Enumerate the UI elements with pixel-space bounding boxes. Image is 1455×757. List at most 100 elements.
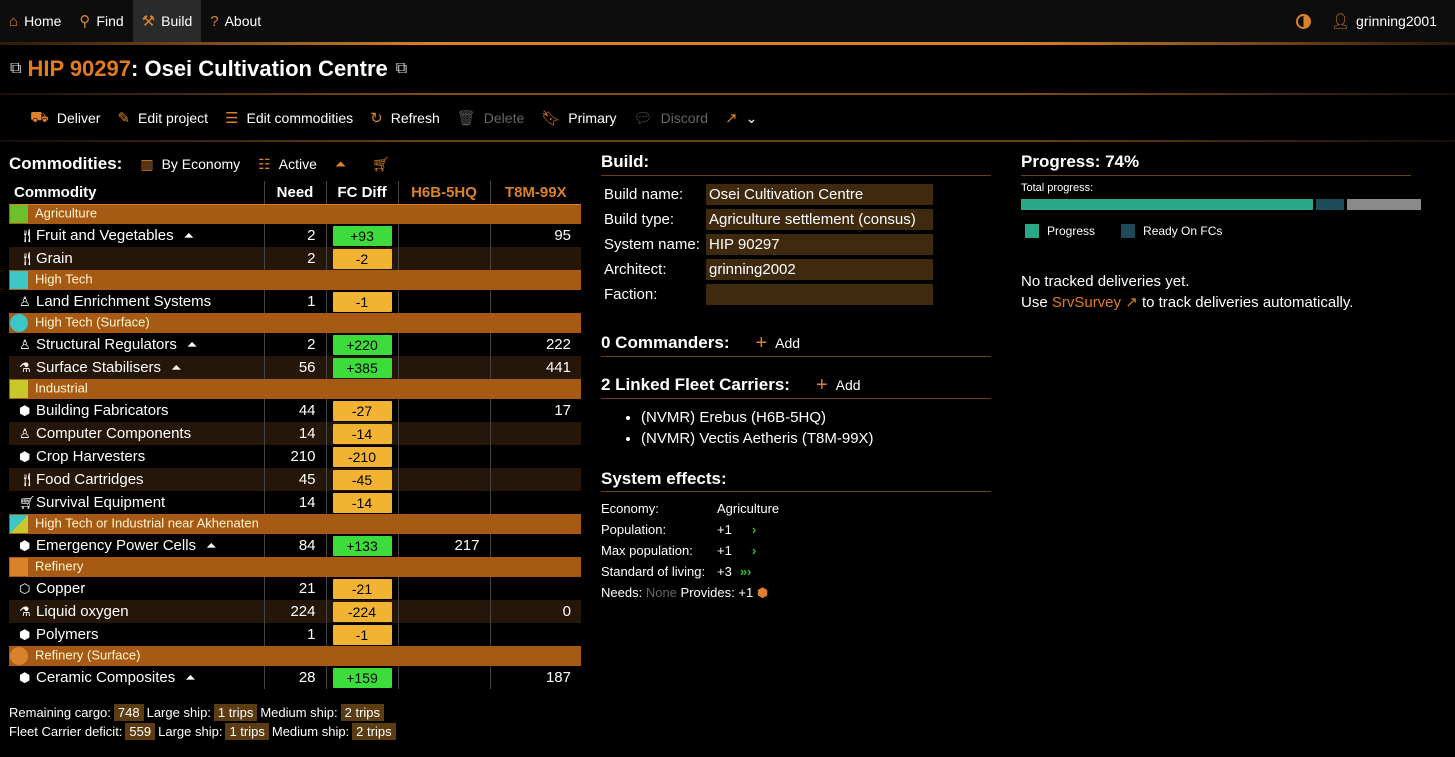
chevron-right-icon: ›: [751, 543, 757, 558]
share-icon: ↗: [725, 110, 738, 127]
share-menu-button[interactable]: ↗ ⌄: [725, 109, 758, 128]
list-item[interactable]: (NVMR) Vectis Aetheris (T8M-99X): [641, 430, 991, 451]
list-icon: ☰: [225, 110, 239, 127]
plus-icon: +: [815, 373, 828, 396]
table-row[interactable]: 🍴︎Food Cartridges 45 -45: [9, 468, 581, 491]
fc-deficit-value: 559: [125, 723, 156, 740]
toolbar-divider: [0, 140, 1455, 142]
hexagon-icon: ⬡: [19, 581, 31, 596]
tech-icon: ♙: [19, 337, 31, 352]
table-row[interactable]: ⚗ Liquid oxygen 224 -224 0: [9, 600, 581, 623]
flask-icon: ⚗: [19, 604, 31, 619]
title-divider: [0, 93, 1455, 95]
table-row[interactable]: ⬢ Ceramic Composites ⏶ 28 +159 187: [9, 666, 581, 689]
edit-commodities-button[interactable]: ☰ Edit commodities: [225, 109, 353, 127]
nav-find[interactable]: ⚲ Find: [70, 0, 132, 42]
title-separator: :: [131, 56, 145, 81]
surface-icon: ⏶: [185, 670, 196, 685]
progress-bar-remaining: [1347, 199, 1421, 210]
search-icon: ⚲: [79, 13, 91, 30]
high-tech-surface-swatch: [10, 314, 28, 332]
table-row[interactable]: ♙ Land Enrichment Systems 1 -1: [9, 290, 581, 313]
architect-field: grinning2002: [706, 259, 933, 280]
column-fc-h6b[interactable]: H6B-5HQ: [398, 181, 491, 205]
external-link-icon[interactable]: ↗: [1125, 294, 1138, 311]
chevron-down-icon: ⌄: [745, 109, 758, 126]
group-row: High Tech or Industrial near Akhenaten: [9, 514, 581, 534]
carrier-list: (NVMR) Erebus (H6B-5HQ) (NVMR) Vectis Ae…: [601, 409, 991, 451]
add-commander-button[interactable]: + Add: [755, 333, 800, 353]
nav-home[interactable]: ⌂ Home: [0, 0, 70, 42]
srvsurvey-link[interactable]: SrvSurvey: [1052, 294, 1121, 311]
table-row[interactable]: ⚗ Surface Stabilisers ⏶ 56 +385 441: [9, 356, 581, 379]
table-row[interactable]: ⬢ Crop Harvesters 210 -210: [9, 445, 581, 468]
progress-legend: Progress Ready On FCs: [1021, 224, 1411, 238]
user-icon: 👤︎: [1330, 13, 1351, 30]
by-economy-toggle[interactable]: ▥ By Economy: [140, 156, 240, 173]
bookmark-icon: 🔖︎: [541, 110, 561, 127]
table-row[interactable]: 🛒︎Survival Equipment 14 -14: [9, 491, 581, 514]
copy-icon[interactable]: ⧉: [396, 60, 407, 78]
column-commodity[interactable]: Commodity: [9, 181, 265, 205]
primary-button[interactable]: 🔖︎ Primary: [541, 109, 616, 127]
refresh-icon: ↻: [370, 110, 383, 127]
carriers-header: 2 Linked Fleet Carriers: + Add: [601, 371, 991, 399]
nav-build[interactable]: ⚒ Build: [132, 0, 202, 42]
high-tech-swatch: [10, 271, 28, 289]
group-row: Agriculture: [9, 204, 581, 224]
theme-toggle-icon[interactable]: [1295, 13, 1311, 29]
progress-bar-complete: [1021, 199, 1313, 210]
table-row[interactable]: 🍴︎Fruit and Vegetables ⏶ 2 +93 95: [9, 224, 581, 247]
table-row[interactable]: ⬢ Polymers 1 -1: [9, 623, 581, 646]
progress-panel: Progress: 74% Total progress: Progress R…: [1021, 152, 1421, 313]
fork-knife-icon: 🍴︎: [19, 472, 36, 487]
title-build-name: Osei Cultivation Centre: [144, 56, 388, 81]
commanders-header: 0 Commanders: + Add: [601, 329, 991, 357]
table-row[interactable]: ⬢ Emergency Power Cells ⏶ 84 +133 217: [9, 534, 581, 557]
planet-icon: ⏶: [334, 155, 347, 172]
surface-icon: ⏶: [183, 228, 194, 243]
system-effects: Economy: Agriculture Population: +1 › Max p…: [601, 501, 780, 600]
table-row[interactable]: ♙ Structural Regulators ⏶ 2 +220 222: [9, 333, 581, 356]
list-item[interactable]: (NVMR) Erebus (H6B-5HQ): [641, 409, 991, 430]
surface-filter-toggle[interactable]: ⏶: [335, 156, 354, 173]
build-name-field: Osei Cultivation Centre: [706, 184, 933, 205]
table-row[interactable]: ⬢ Building Fabricators 44 -27 17: [9, 399, 581, 422]
triple-chevron-icon: »›: [739, 564, 752, 579]
build-icon: ⚒: [141, 13, 156, 30]
nav-about[interactable]: ? About: [201, 0, 270, 42]
truck-icon: ⛟: [30, 108, 49, 126]
copy-icon[interactable]: ⧉: [10, 60, 21, 78]
refresh-button[interactable]: ↻ Refresh: [370, 109, 440, 127]
edit-project-button[interactable]: ✎ Edit project: [117, 109, 208, 127]
agriculture-swatch: [10, 205, 28, 224]
table-row[interactable]: 🍴︎Grain 2 -2: [9, 247, 581, 270]
deliver-button[interactable]: ⛟ Deliver: [30, 109, 100, 128]
group-row: Refinery: [9, 557, 581, 577]
building-icon: ▥: [140, 155, 154, 172]
cart-filter-toggle[interactable]: 🛒︎: [372, 156, 398, 173]
table-row[interactable]: ♙ Computer Components 14 -14: [9, 422, 581, 445]
table-row[interactable]: ⬡ Copper 21 -21: [9, 577, 581, 600]
column-fc-diff[interactable]: FC Diff: [326, 181, 399, 205]
group-row: Industrial: [9, 379, 581, 399]
faction-field: [706, 284, 933, 305]
progress-title: Progress: 74%: [1021, 152, 1411, 176]
user-menu[interactable]: 👤︎ grinning2001: [1331, 0, 1437, 42]
build-panel: Build: Build name: Osei Cultivation Centr…: [601, 152, 991, 603]
active-filter-toggle[interactable]: ☷ Active: [258, 156, 317, 173]
column-fc-t8m[interactable]: T8M-99X: [490, 181, 581, 205]
effects-header: System effects:: [601, 466, 991, 492]
group-row: High Tech: [9, 270, 581, 290]
column-need[interactable]: Need: [264, 181, 327, 205]
discord-button[interactable]: 💬︎ Discord: [634, 109, 709, 127]
top-nav: ⌂ Home ⚲ Find ⚒ Build ? About 👤︎ grinning2001: [0, 0, 1455, 42]
system-name-field: HIP 90297: [706, 234, 933, 255]
chevron-right-icon: ›: [751, 522, 757, 537]
add-carrier-button[interactable]: + Add: [816, 375, 861, 395]
pencil-icon: ✎: [117, 110, 131, 127]
title-system[interactable]: HIP 90297: [27, 56, 131, 82]
delete-button[interactable]: 🗑︎ Delete: [457, 109, 525, 127]
trash-icon: 🗑︎: [456, 110, 476, 127]
surface-icon: ⏶: [171, 360, 182, 375]
